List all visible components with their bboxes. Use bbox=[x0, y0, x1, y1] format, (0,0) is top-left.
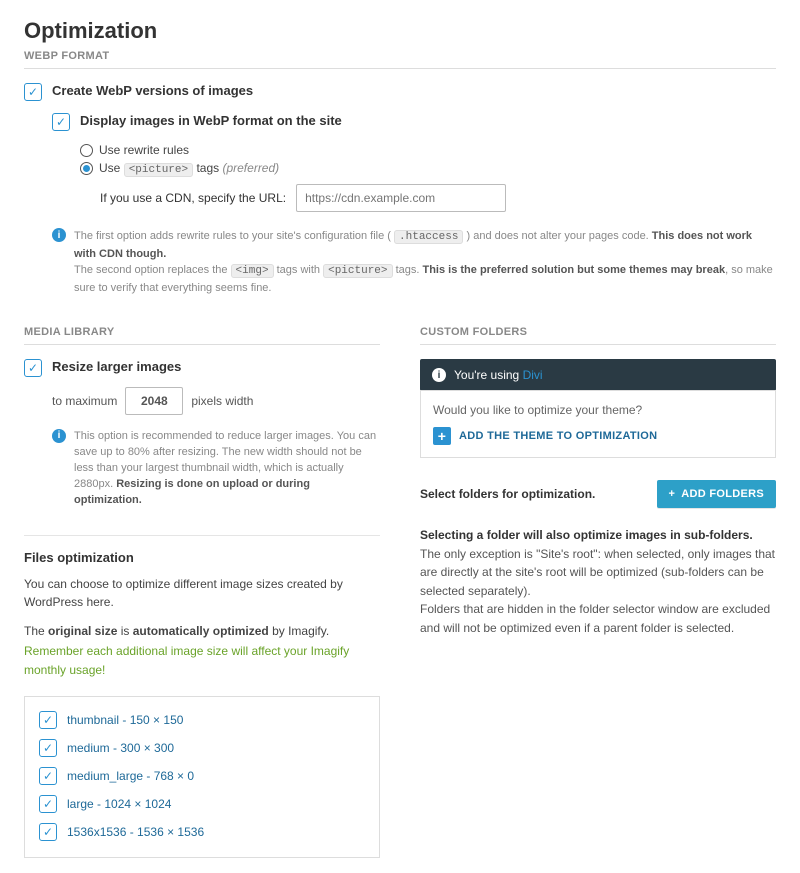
resize-note-text: This option is recommended to reduce lar… bbox=[74, 429, 380, 509]
picture-tags-radio[interactable] bbox=[80, 162, 93, 175]
to-maximum-label: to maximum bbox=[52, 394, 117, 408]
plus-icon: + bbox=[669, 488, 676, 500]
cdn-url-label: If you use a CDN, specify the URL: bbox=[100, 191, 286, 205]
page-title: Optimization bbox=[24, 18, 776, 44]
cdn-url-input[interactable] bbox=[296, 184, 506, 212]
files-optimization-heading: Files optimization bbox=[24, 550, 380, 565]
webp-note-text: The first option adds rewrite rules to y… bbox=[74, 228, 776, 296]
rewrite-rules-radio[interactable] bbox=[80, 144, 93, 157]
list-item: ✓medium_large - 768 × 0 bbox=[39, 767, 365, 785]
display-webp-label: Display images in WebP format on the sit… bbox=[80, 113, 342, 131]
list-item: ✓thumbnail - 150 × 150 bbox=[39, 711, 365, 729]
size-checkbox[interactable]: ✓ bbox=[39, 823, 57, 841]
list-item: ✓large - 1024 × 1024 bbox=[39, 795, 365, 813]
pixels-width-label: pixels width bbox=[191, 394, 253, 408]
size-checkbox[interactable]: ✓ bbox=[39, 711, 57, 729]
create-webp-label: Create WebP versions of images bbox=[52, 83, 253, 101]
theme-banner: i You're using Divi bbox=[420, 359, 776, 391]
select-folders-label: Select folders for optimization. bbox=[420, 487, 595, 501]
theme-panel-question: Would you like to optimize your theme? bbox=[433, 403, 763, 417]
rewrite-rules-label: Use rewrite rules bbox=[99, 143, 189, 157]
files-optimization-p1: You can choose to optimize different ima… bbox=[24, 575, 380, 612]
add-theme-button[interactable]: + ADD THE THEME TO OPTIMIZATION bbox=[433, 427, 763, 445]
image-sizes-list: ✓thumbnail - 150 × 150 ✓medium - 300 × 3… bbox=[24, 696, 380, 858]
webp-section-heading: WEBP FORMAT bbox=[24, 50, 776, 69]
list-item: ✓medium - 300 × 300 bbox=[39, 739, 365, 757]
size-checkbox[interactable]: ✓ bbox=[39, 739, 57, 757]
create-webp-checkbox[interactable]: ✓ bbox=[24, 83, 42, 101]
info-icon: i bbox=[52, 429, 66, 443]
info-icon: i bbox=[52, 228, 66, 242]
size-checkbox[interactable]: ✓ bbox=[39, 767, 57, 785]
media-library-heading: MEDIA LIBRARY bbox=[24, 326, 380, 345]
theme-link[interactable]: Divi bbox=[523, 368, 543, 382]
plus-icon: + bbox=[433, 427, 451, 445]
files-optimization-p2: The original size is automatically optim… bbox=[24, 622, 380, 641]
max-width-input[interactable] bbox=[125, 387, 183, 415]
divider bbox=[24, 535, 380, 536]
picture-tags-label: Use <picture> tags (preferred) bbox=[99, 161, 279, 176]
folder-selection-note: Selecting a folder will also optimize im… bbox=[420, 526, 776, 638]
add-folders-button[interactable]: + ADD FOLDERS bbox=[657, 480, 776, 508]
size-checkbox[interactable]: ✓ bbox=[39, 795, 57, 813]
custom-folders-heading: CUSTOM FOLDERS bbox=[420, 326, 776, 345]
list-item: ✓1536x1536 - 1536 × 1536 bbox=[39, 823, 365, 841]
resize-images-label: Resize larger images bbox=[52, 359, 181, 377]
info-icon: i bbox=[432, 368, 446, 382]
theme-panel: Would you like to optimize your theme? +… bbox=[420, 390, 776, 458]
resize-images-checkbox[interactable]: ✓ bbox=[24, 359, 42, 377]
files-optimization-p3: Remember each additional image size will… bbox=[24, 642, 380, 679]
display-webp-checkbox[interactable]: ✓ bbox=[52, 113, 70, 131]
